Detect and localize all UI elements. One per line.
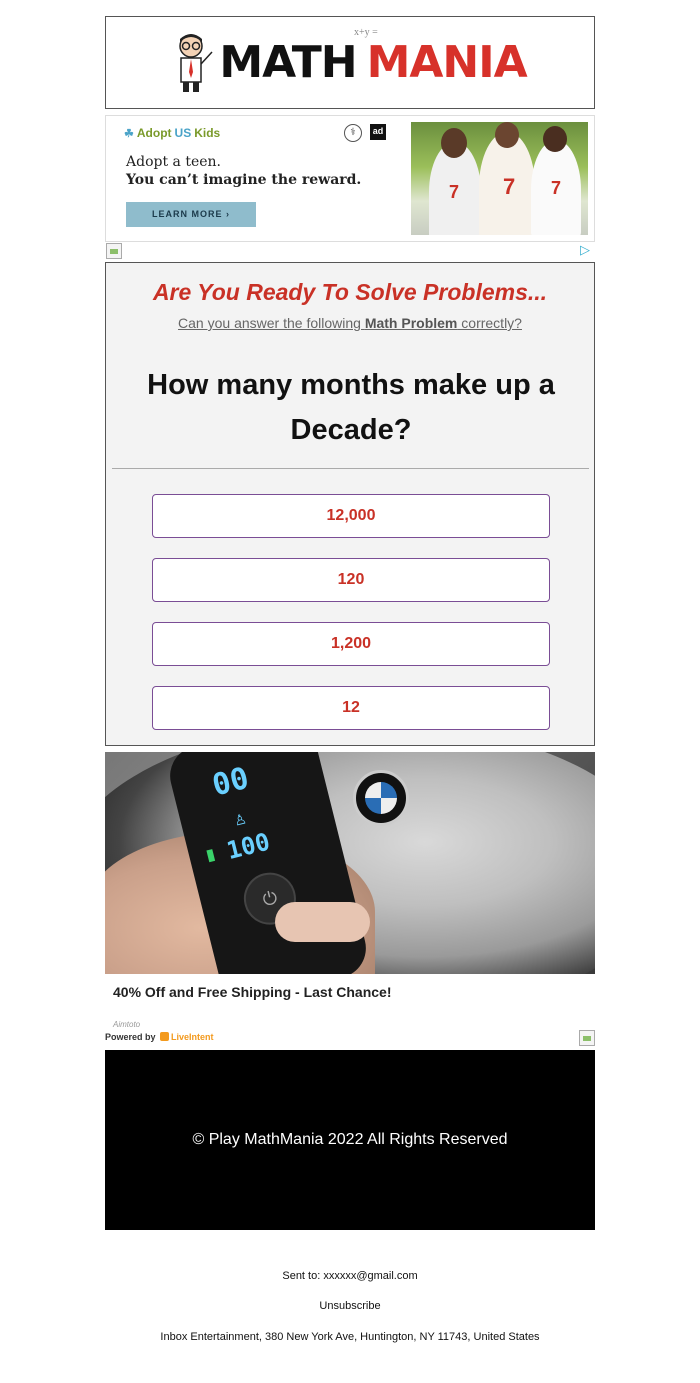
quiz-subheading: Can you answer the following Math Proble…: [106, 315, 594, 331]
formula-doodle: x+y =: [354, 27, 378, 38]
learn-more-button[interactable]: LEARN MORE ›: [126, 202, 256, 227]
quiz-heading: Are You Ready To Solve Problems...: [152, 279, 548, 305]
ad-council-logo: ad: [370, 124, 386, 140]
company-address: Inbox Entertainment, 380 New York Ave, H…: [160, 1331, 540, 1343]
powered-by-liveintent[interactable]: Powered by LiveIntent: [105, 1032, 214, 1042]
adopt-us-kids-ad[interactable]: ☘ Adopt US Kids ⚕ ad Adopt a teen. You can…: [105, 115, 595, 242]
quiz-sub-prefix: Can you answer the following: [178, 315, 365, 331]
bmw-logo-icon: [353, 770, 409, 826]
quiz-panel: Are You Ready To Solve Problems... Can y…: [105, 262, 595, 746]
header-logo-banner[interactable]: MATH MANIA x+y =: [105, 16, 595, 109]
hhs-seal-icon: ⚕: [344, 124, 362, 142]
mathmania-logo: MATH MANIA: [173, 32, 528, 94]
teacher-mascot-icon: [173, 32, 213, 94]
liveintent-brand: LiveIntent: [171, 1032, 214, 1042]
display-top-digits: 00: [208, 760, 253, 804]
brand-kids: Kids: [194, 126, 221, 140]
logo-word-math: MATH: [219, 36, 357, 88]
thumb: [275, 902, 370, 942]
adopt-us-kids-logo: ☘ Adopt US Kids: [124, 126, 220, 140]
aimtoto-label: Aimtoto: [113, 1020, 141, 1029]
copyright-banner: © Play MathMania 2022 All Rights Reserve…: [105, 1050, 595, 1230]
person-icon: ♙: [232, 810, 249, 829]
brand-us: US: [174, 126, 192, 140]
product-caption-link[interactable]: 40% Off and Free Shipping - Last Chance!: [113, 984, 391, 1000]
ad-tagline: You can’t imagine the reward.: [126, 172, 362, 188]
answer-button-1[interactable]: 12,000: [152, 494, 550, 538]
sent-to-text: Sent to: xxxxxx@gmail.com: [282, 1270, 418, 1282]
adchoices-icon[interactable]: ▷: [580, 243, 594, 257]
ad-headline: Adopt a teen.: [126, 154, 221, 170]
family-icon: ☘: [124, 127, 134, 140]
brand-adopt: Adopt: [136, 126, 172, 140]
powered-by-label: Powered by: [105, 1032, 159, 1042]
unsubscribe-link[interactable]: Unsubscribe: [0, 1300, 700, 1312]
answer-button-3[interactable]: 1,200: [152, 622, 550, 666]
family-photo: 7 7 7: [411, 122, 588, 235]
battery-icon: [206, 849, 216, 863]
answer-button-4[interactable]: 12: [152, 686, 550, 730]
quiz-question: How many months make up a Decade?: [147, 369, 555, 446]
divider: [112, 468, 589, 469]
quiz-sub-bold: Math Problem: [364, 315, 458, 331]
answer-button-2[interactable]: 120: [152, 558, 550, 602]
quiz-sub-suffix: correctly?: [457, 315, 522, 331]
liveintent-logo-icon: [160, 1032, 170, 1041]
broken-image-icon: [579, 1030, 595, 1046]
tire-inflator-ad-image[interactable]: 00 ♙ 100 ⏻: [105, 752, 595, 974]
broken-image-icon: [106, 243, 122, 259]
logo-word-mania: MANIA: [366, 36, 528, 88]
display-bottom-digits: 100: [223, 827, 273, 866]
